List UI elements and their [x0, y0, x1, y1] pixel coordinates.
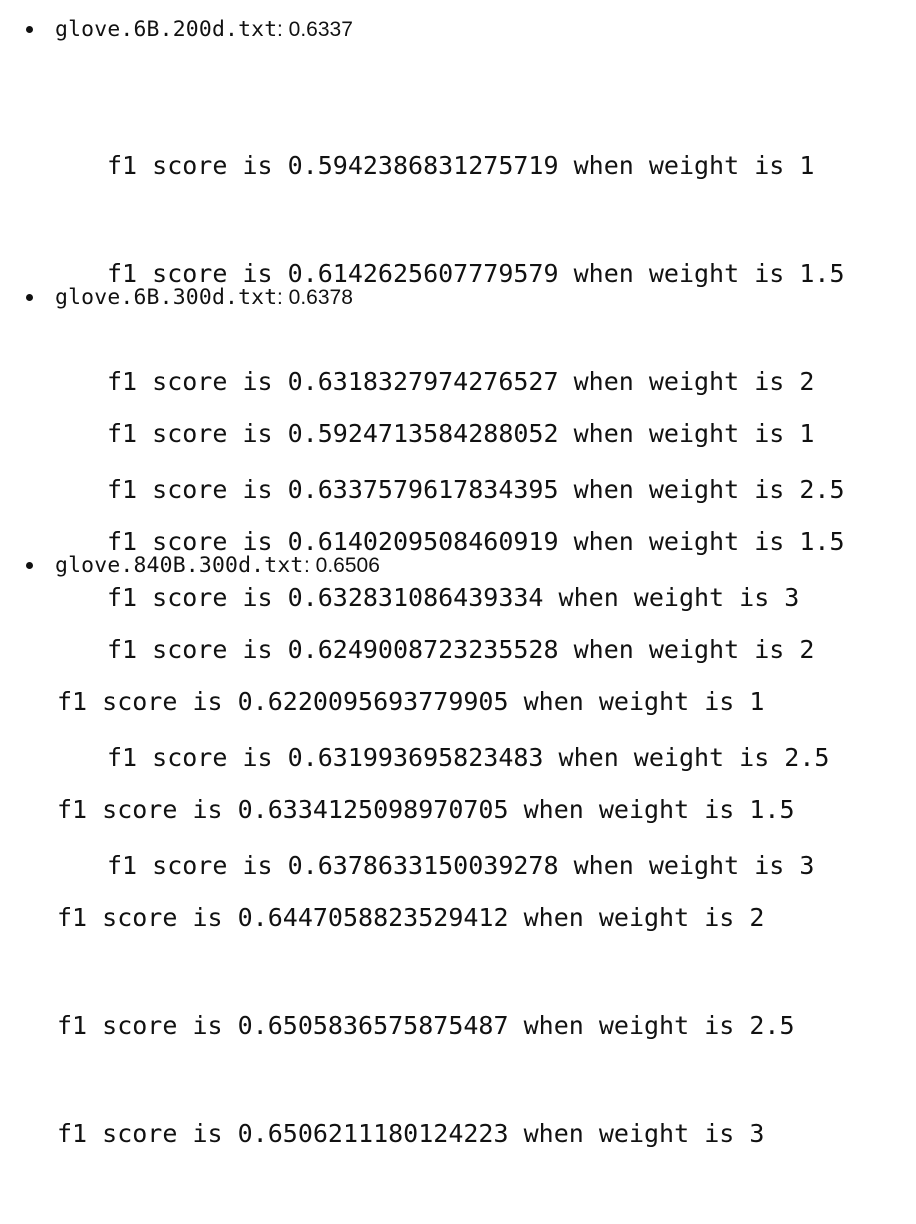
bullet-icon	[26, 294, 33, 301]
score-line: f1 score is 0.6220095693779905 when weig…	[57, 687, 765, 716]
score-line: f1 score is 0.6506211180124223 when weig…	[57, 1119, 765, 1148]
result-item-glove-6b-300d: glove.6B.300d.txt : 0.6378 f1 score is 0…	[0, 283, 916, 880]
score-line: f1 score is 0.6447058823529412 when weig…	[57, 903, 765, 932]
embedding-filename: glove.6B.300d.txt	[55, 285, 278, 310]
bullet-icon	[26, 562, 33, 569]
embedding-filename: glove.840B.300d.txt	[55, 553, 304, 578]
embedding-filename: glove.6B.200d.txt	[55, 17, 278, 42]
score-line: f1 score is 0.5924713584288052 when weig…	[107, 419, 815, 448]
best-score: : 0.6337	[277, 18, 353, 41]
result-item-glove-840b-300d: glove.840B.300d.txt : 0.6506 f1 score is…	[0, 551, 916, 1148]
page: { "items": [ { "filename": "glove.6B.200…	[0, 0, 916, 1148]
score-line: f1 score is 0.6334125098970705 when weig…	[57, 795, 795, 824]
bullet-icon	[26, 26, 33, 33]
best-score: : 0.6378	[277, 286, 353, 309]
score-code-block: f1 score is 0.6220095693779905 when weig…	[57, 612, 795, 1224]
score-line: f1 score is 0.5942386831275719 when weig…	[107, 151, 815, 180]
result-item-glove-6b-200d: glove.6B.200d.txt : 0.6337 f1 score is 0…	[0, 15, 916, 612]
best-score: : 0.6506	[304, 554, 380, 577]
score-line: f1 score is 0.6505836575875487 when weig…	[57, 1011, 795, 1040]
